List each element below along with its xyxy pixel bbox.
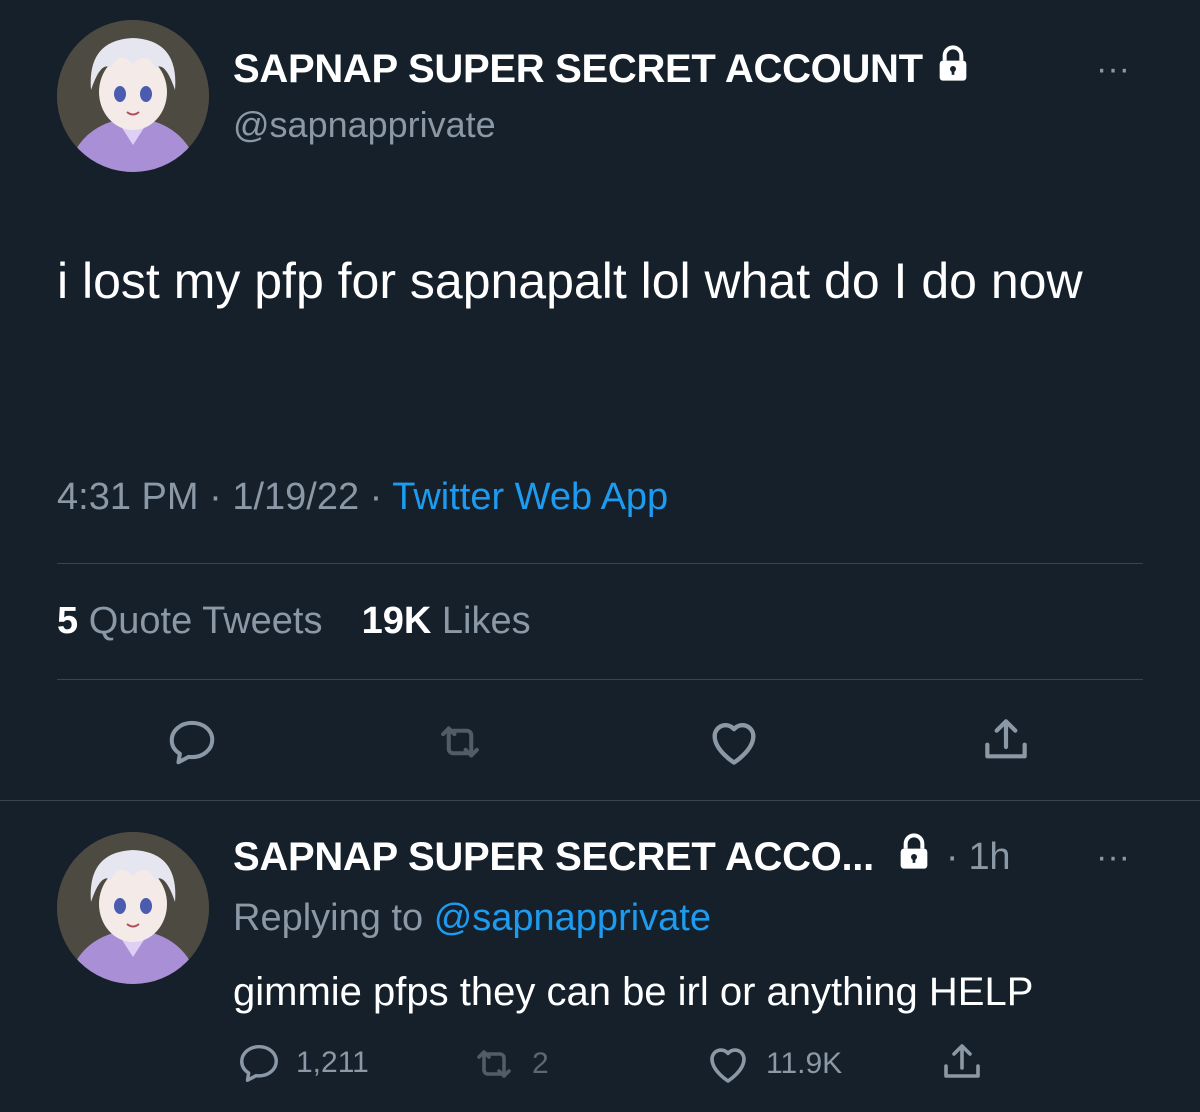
tweet-text: i lost my pfp for sapnapalt lol what do … bbox=[57, 253, 1083, 309]
tweet-date[interactable]: 1/19/22 bbox=[232, 476, 359, 518]
reply-text: gimmie pfps they can be irl or anything … bbox=[233, 970, 1034, 1014]
divider bbox=[0, 800, 1200, 801]
display-name-text: SAPNAP SUPER SECRET ACCOUNT bbox=[233, 46, 923, 91]
lock-icon bbox=[933, 44, 973, 94]
reply-retweet-button[interactable]: 2 bbox=[470, 1040, 549, 1088]
quote-tweets-link[interactable]: 5 Quote Tweets bbox=[57, 600, 333, 642]
quote-label: Quote Tweets bbox=[88, 600, 323, 642]
reply-share-button[interactable] bbox=[938, 1038, 986, 1086]
avatar[interactable] bbox=[57, 20, 209, 172]
replying-to: Replying to @sapnapprivate bbox=[233, 897, 711, 940]
more-options-icon[interactable]: ··· bbox=[1096, 50, 1130, 89]
reply-header: SAPNAP SUPER SECRET ACCO... · 1h bbox=[233, 832, 1011, 882]
retweet-count: 2 bbox=[532, 1047, 549, 1080]
share-icon bbox=[985, 719, 1027, 759]
tweet-time[interactable]: 4:31 PM bbox=[57, 476, 199, 518]
reply-like-button[interactable]: 11.9K bbox=[704, 1040, 842, 1088]
lock-icon bbox=[894, 832, 934, 882]
separator: · bbox=[209, 476, 222, 518]
reply-age[interactable]: 1h bbox=[969, 836, 1011, 878]
reply-icon bbox=[240, 1044, 278, 1082]
reply-button[interactable] bbox=[152, 710, 232, 774]
quote-count: 5 bbox=[57, 600, 79, 642]
separator: · bbox=[945, 835, 959, 878]
reply-more-options-icon[interactable]: ··· bbox=[1096, 838, 1130, 877]
share-button[interactable] bbox=[966, 708, 1046, 772]
like-button[interactable] bbox=[694, 710, 774, 774]
like-count: 11.9K bbox=[766, 1047, 843, 1080]
tweet-stats: 5 Quote Tweets 19K Likes bbox=[57, 600, 531, 643]
replying-prefix: Replying to bbox=[233, 897, 424, 939]
heart-icon bbox=[710, 1048, 746, 1083]
retweet-button[interactable] bbox=[420, 710, 500, 774]
display-name[interactable]: SAPNAP SUPER SECRET ACCOUNT bbox=[233, 44, 973, 94]
like-label: Likes bbox=[441, 600, 531, 642]
retweet-icon bbox=[441, 726, 479, 758]
divider bbox=[57, 563, 1143, 564]
heart-icon bbox=[712, 723, 756, 765]
share-icon bbox=[944, 1044, 980, 1078]
retweet-icon bbox=[477, 1050, 511, 1078]
tweet-meta: 4:31 PM · 1/19/22 · Twitter Web App bbox=[57, 476, 668, 519]
replying-mention[interactable]: @sapnapprivate bbox=[434, 897, 711, 939]
reply-count: 1,211 bbox=[296, 1046, 369, 1079]
tweet-source[interactable]: Twitter Web App bbox=[392, 476, 668, 518]
reply-avatar[interactable] bbox=[57, 832, 209, 984]
divider bbox=[57, 679, 1143, 680]
like-count: 19K bbox=[361, 600, 432, 642]
likes-link[interactable]: 19K Likes bbox=[362, 600, 531, 642]
separator: · bbox=[369, 476, 383, 518]
reply-icon bbox=[169, 720, 215, 765]
handle[interactable]: @sapnapprivate bbox=[233, 104, 496, 146]
reply-reply-button[interactable]: 1,211 bbox=[236, 1040, 369, 1086]
reply-display-name[interactable]: SAPNAP SUPER SECRET ACCO... bbox=[233, 835, 874, 880]
